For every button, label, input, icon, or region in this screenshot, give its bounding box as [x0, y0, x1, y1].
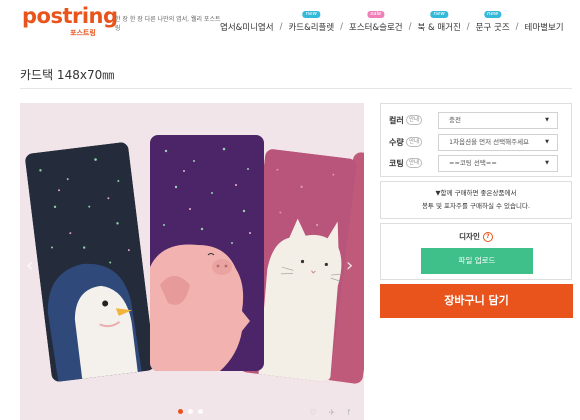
caret-down-icon: ▼ — [545, 159, 549, 166]
color-help-badge[interactable]: 안내 — [406, 115, 423, 125]
product-gallery[interactable]: ‹ › ♡ ✈ f — [20, 103, 364, 420]
title-divider — [20, 88, 572, 89]
notice-line-2: 봉투 및 포자주를 구매하실 수 있습니다. — [421, 202, 531, 210]
nav-item-themes[interactable]: 테마별보기 — [525, 21, 564, 33]
postring-logo[interactable]: postring 포스트링 — [22, 4, 118, 44]
new-badge: new — [302, 11, 320, 18]
new-badge: new — [430, 11, 448, 18]
pagination-dot[interactable] — [178, 409, 183, 414]
new-badge: new — [483, 11, 502, 18]
nav-separator: / — [466, 22, 470, 32]
nav-item-goods[interactable]: new 문구 굿즈 — [476, 11, 510, 33]
nav-item-cards[interactable]: new 카드&리플렛 — [288, 11, 334, 33]
pagination-dot[interactable] — [198, 409, 203, 414]
nav-item-postcards[interactable]: 엽서&미니엽서 — [220, 21, 274, 33]
quantity-label: 수량 — [389, 137, 404, 147]
brand-tagline: 한 장 한 장 다른 나만의 엽서, 웰리 포스트링 — [115, 16, 221, 32]
file-upload-button[interactable]: 파일 업로드 — [421, 248, 533, 274]
gallery-next-arrow[interactable]: › — [346, 255, 353, 276]
like-icon[interactable]: ♡ — [309, 408, 316, 417]
color-option-row: 컬러 안내 충전 ▼ — [389, 111, 565, 129]
main-nav: 엽서&미니엽서 / new 카드&리플렛 / sale 포스터&슬로건 / new 북… — [220, 11, 564, 34]
caret-down-icon: ▼ — [545, 116, 549, 123]
caret-down-icon: ▼ — [545, 138, 549, 145]
card-image-penguin — [24, 141, 156, 383]
quantity-help-badge[interactable]: 안내 — [406, 137, 423, 147]
site-header: postring 포스트링 한 장 한 장 다른 나만의 엽서, 웰리 포스트링… — [0, 0, 580, 48]
gallery-pagination — [178, 409, 203, 414]
quantity-select[interactable]: 1차옵션을 먼저 선택해주세요 ▼ — [438, 133, 558, 151]
nav-separator: / — [340, 22, 344, 32]
design-upload-panel: 디자인? 파일 업로드 — [380, 223, 572, 280]
product-title: 카드택 148x70㎜ — [20, 68, 115, 82]
pagination-dot[interactable] — [188, 409, 193, 414]
coating-option-row: 코팅 안내 ==코팅 선택== ▼ — [389, 154, 565, 172]
coating-select[interactable]: ==코팅 선택== ▼ — [438, 154, 558, 172]
add-to-cart-button[interactable]: 장바구니 담기 — [380, 284, 573, 318]
logo-text: postring — [22, 4, 118, 28]
logo-sub-text: 포스트링 — [70, 29, 96, 37]
coating-help-badge[interactable]: 안내 — [406, 158, 423, 168]
option-panel: 컬러 안내 충전 ▼ 수량 안내 1차옵션을 먼저 선택해주세요 ▼ 코팅 안내 =… — [380, 103, 572, 177]
color-label: 컬러 — [389, 115, 404, 125]
coating-label: 코팅 — [389, 158, 404, 168]
design-title: 디자인? — [381, 231, 571, 242]
nav-separator: / — [515, 22, 519, 32]
nav-separator: / — [279, 22, 283, 32]
card-image-pig — [150, 135, 264, 371]
quantity-option-row: 수량 안내 1차옵션을 먼저 선택해주세요 ▼ — [389, 133, 565, 151]
nav-separator: / — [408, 22, 412, 32]
nav-item-books[interactable]: new 북 & 매거진 — [417, 11, 461, 33]
related-products-notice: ▼함께 구매하면 좋은상품에서 봉투 및 포자주를 구매하실 수 있습니다. — [380, 181, 572, 219]
share-icons: ♡ ✈ f — [309, 408, 350, 417]
facebook-icon[interactable]: f — [347, 408, 350, 417]
twitter-icon[interactable]: ✈ — [328, 408, 335, 417]
nav-item-posters[interactable]: sale 포스터&슬로건 — [349, 11, 403, 33]
gallery-prev-arrow[interactable]: ‹ — [26, 255, 33, 276]
color-select[interactable]: 충전 ▼ — [438, 111, 558, 129]
sale-badge: sale — [367, 11, 385, 18]
notice-line-1: ▼함께 구매하면 좋은상품에서 — [435, 189, 517, 197]
help-icon[interactable]: ? — [482, 232, 493, 242]
